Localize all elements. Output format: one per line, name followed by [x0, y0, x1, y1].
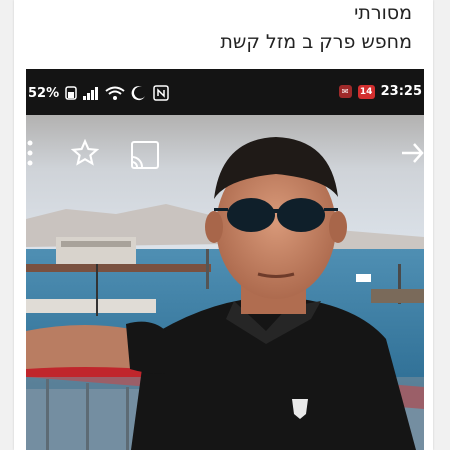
- notification-count-badge: 14: [357, 84, 375, 99]
- battery-icon: [65, 86, 77, 100]
- more-vertical-icon[interactable]: [26, 139, 36, 171]
- phone-status-bar: 52% ✉ 14 23:25: [26, 69, 424, 115]
- arrow-right-icon[interactable]: [400, 139, 424, 167]
- photo-scene: [26, 69, 424, 450]
- nfc-icon: [153, 85, 169, 101]
- cast-icon[interactable]: [130, 139, 160, 171]
- app-notification-icon: ✉: [338, 85, 352, 98]
- battery-percent: 52%: [28, 85, 60, 101]
- post-text-line-2: מחפש פרק ב מזל קשת: [220, 31, 412, 53]
- signal-bars-icon: [83, 86, 99, 100]
- star-outline-icon[interactable]: [71, 139, 99, 167]
- status-time: 23:25: [380, 84, 422, 99]
- post-photo[interactable]: 52% ✉ 14 23:25: [26, 69, 424, 450]
- post-text-line-1: מסורתי: [354, 2, 412, 24]
- wifi-icon: [105, 86, 125, 100]
- moon-icon: [131, 85, 147, 101]
